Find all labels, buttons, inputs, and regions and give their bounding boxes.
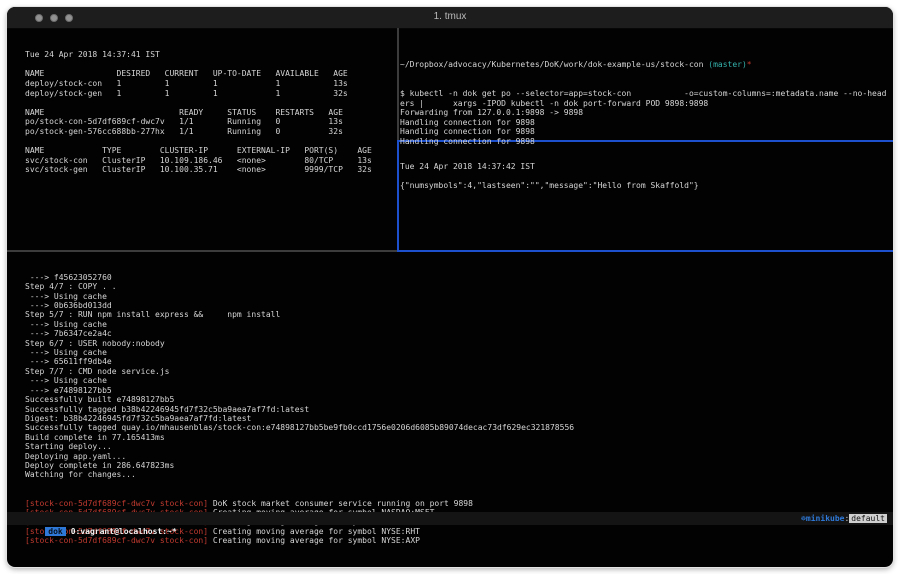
terminal-window: 1. tmux Tue 24 Apr 2018 14:37:41 IST NAM…	[7, 7, 893, 567]
window-title: 1. tmux	[7, 11, 893, 22]
log-line: [stock-con-5d7df689cf-dwc7v stock-con] D…	[25, 499, 891, 508]
pane-divider-vertical-top	[397, 28, 399, 140]
port-forward-output: $ kubectl -n dok get po --selector=app=s…	[400, 89, 892, 147]
session-name-badge[interactable]: dok	[45, 527, 65, 536]
git-dirty-marker: *	[747, 60, 752, 69]
curl-watch-pane[interactable]: Tue 24 Apr 2018 14:37:42 IST {"numsymbol…	[400, 143, 892, 210]
status-bar-right: ☸minikube:default	[801, 512, 887, 525]
curl-watch-output: Tue 24 Apr 2018 14:37:42 IST {"numsymbol…	[400, 162, 892, 191]
git-branch-label: (master)	[708, 60, 747, 69]
cwd-path: ~/Dropbox/advocacy/Kubernetes/DoK/work/d…	[400, 60, 708, 69]
pane-divider-vertical-active	[397, 140, 399, 252]
kube-namespace-label: default	[849, 514, 887, 523]
window-titlebar: 1. tmux	[7, 7, 893, 29]
prompt-path-line: ~/Dropbox/advocacy/Kubernetes/DoK/work/d…	[400, 60, 892, 70]
tmux-status-bar: dok0:vagrant@localhost:~* ☸minikube:defa…	[7, 512, 893, 525]
kube-context-label: minikube	[806, 514, 845, 523]
docker-build-output: ---> f45623052760 Step 4/7 : COPY . . --…	[25, 273, 891, 480]
kubectl-watch-pane[interactable]: Tue 24 Apr 2018 14:37:41 IST NAME DESIRE…	[25, 31, 395, 194]
pane-divider-horizontal-bottom-right	[397, 250, 893, 252]
pane-divider-horizontal-bottom-left	[7, 250, 397, 252]
kubectl-watch-output: Tue 24 Apr 2018 14:37:41 IST NAME DESIRE…	[25, 50, 395, 175]
window-list-item[interactable]: 0:vagrant@localhost:~*	[71, 527, 177, 536]
